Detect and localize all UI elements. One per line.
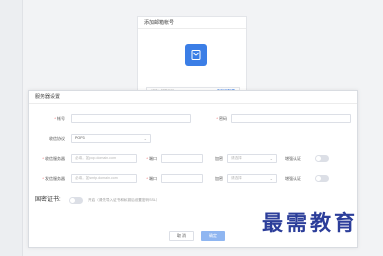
cert-toggle[interactable] [69, 197, 83, 204]
dialog-title: 服务器设置 [29, 91, 357, 104]
send-ssl-label: 增强认证 [285, 176, 301, 181]
account-label: * 帐号 [54, 116, 65, 121]
protocol-select[interactable]: POP3 ⌄ [71, 134, 151, 143]
protocol-value: POP3 [75, 136, 85, 140]
account-input[interactable] [71, 114, 191, 123]
recv-port-input[interactable] [161, 154, 203, 163]
send-encrypt-select[interactable]: 请选择 ⌄ [227, 174, 277, 183]
add-mailbox-title: 添加邮箱帐号 [138, 17, 246, 29]
recv-encrypt-select[interactable]: 请选择 ⌄ [227, 154, 277, 163]
recv-server-label: * 收信服务器 [42, 156, 65, 161]
chevron-down-icon: ⌄ [143, 136, 147, 141]
send-server-label: * 发信服务器 [42, 176, 65, 181]
send-port-label: * 端口 [146, 176, 157, 181]
recv-encrypt-label: 加密 [215, 156, 223, 161]
ok-button[interactable]: 确定 [201, 231, 225, 241]
recv-ssl-label: 增强认证 [285, 156, 301, 161]
chevron-down-icon: ⌄ [269, 176, 273, 181]
cert-label: 国密证书: [35, 197, 61, 203]
password-input[interactable] [231, 114, 351, 123]
chevron-down-icon: ⌄ [269, 156, 273, 161]
watermark-logo: 最需教育 [262, 210, 358, 235]
password-label: * 密码 [216, 116, 227, 121]
send-server-input[interactable]: 必填，如smtp.domain.com [71, 174, 137, 183]
add-mailbox-card: 添加邮箱帐号 请输入邮箱帐号 服务器配置 [137, 16, 247, 96]
protocol-label: 收信协议 [49, 136, 65, 141]
send-port-input[interactable] [161, 174, 203, 183]
send-ssl-toggle[interactable] [315, 175, 329, 182]
cert-hint: 开启（请先导入证书和私钥后设置密码SSL） [88, 198, 160, 202]
recv-ssl-toggle[interactable] [315, 155, 329, 162]
cancel-button[interactable]: 取 消 [169, 231, 194, 241]
recv-port-label: * 端口 [146, 156, 157, 161]
send-encrypt-label: 加密 [215, 176, 223, 181]
recv-server-input[interactable]: 必填，如pop.domain.com [71, 154, 137, 163]
background-sidebar [0, 0, 23, 256]
mailbox-icon [185, 44, 207, 66]
